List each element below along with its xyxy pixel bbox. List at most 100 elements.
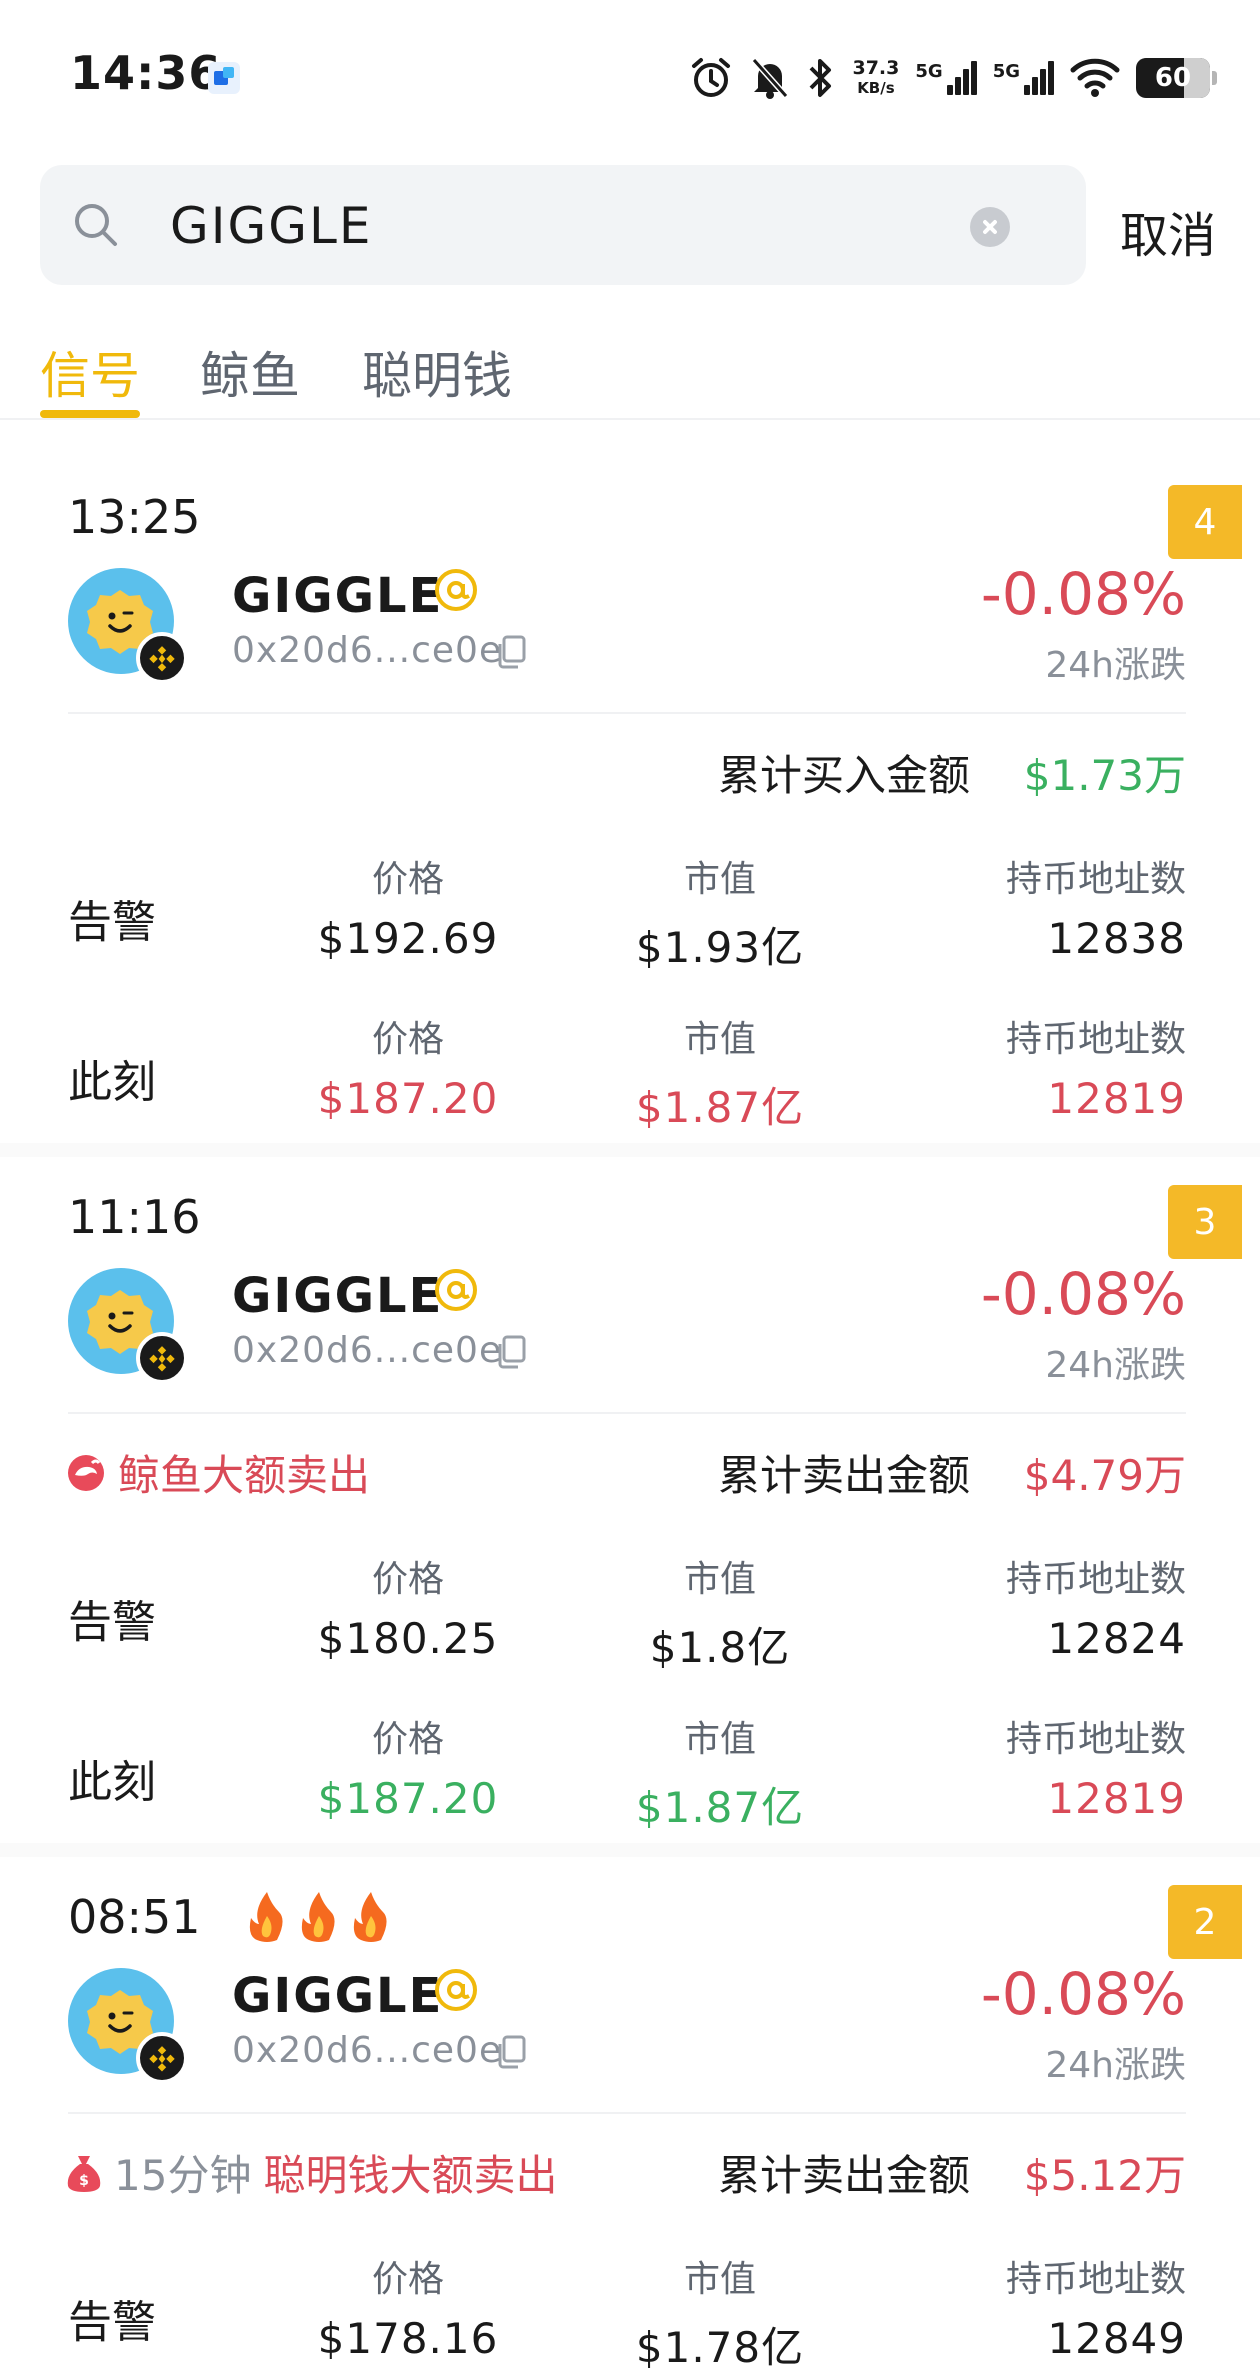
price-col: 价格 $187.20 xyxy=(308,1010,508,1123)
price-change-24h: -0.08% xyxy=(980,1960,1186,2028)
alert-metrics-row: 告警 价格 $180.25 市值 $1.8亿 持币地址数 12824 xyxy=(0,1550,1260,1672)
alert-metrics-row: 告警 价格 $178.16 市值 $1.78亿 持币地址数 12849 xyxy=(0,2250,1260,2372)
signal-card[interactable]: 13:25 4 GIGGLE 0x20d6...ce0e -0.08% 24h涨… xyxy=(0,450,1260,1150)
clear-icon[interactable] xyxy=(970,207,1010,247)
rank-badge: 4 xyxy=(1168,485,1242,559)
signal-sim2-icon: 5G xyxy=(993,61,1054,95)
signal-tag-label: 鲸鱼大额卖出 xyxy=(118,1451,371,1500)
tab-smart-money[interactable]: 聪明钱 xyxy=(362,336,512,408)
now-mcap: $1.87亿 xyxy=(635,1083,805,1132)
summary-row: 累计买入金额 $1.73万 xyxy=(0,742,1260,802)
wifi-icon xyxy=(1070,56,1120,100)
mcap-col: 市值 $1.8亿 xyxy=(610,1550,830,1675)
cancel-button[interactable]: 取消 xyxy=(1120,196,1216,266)
network-speed: 37.3 KB/s xyxy=(852,57,900,97)
token-avatar xyxy=(68,568,188,684)
search-input[interactable]: GIGGLE xyxy=(170,197,372,255)
alert-mcap: $1.78亿 xyxy=(635,2323,805,2372)
alert-holders: 12824 xyxy=(1047,1614,1186,1663)
alert-holders: 12838 xyxy=(1047,914,1186,963)
price-col: 价格 $192.69 xyxy=(308,850,508,963)
summary-value: $5.12万 xyxy=(1023,2151,1186,2200)
mcap-col: 市值 $1.78亿 xyxy=(610,2250,830,2375)
signal-tag: 鲸鱼大额卖出 xyxy=(66,1442,370,1503)
tab-whale[interactable]: 鲸鱼 xyxy=(200,336,300,408)
fire-icon xyxy=(301,1892,335,1942)
copy-icon[interactable] xyxy=(494,634,528,670)
signal-card[interactable]: 08:51 2 GIGGLE 0x20d6...ce0e -0.08% 24h涨… xyxy=(0,1850,1260,2380)
now-label: 此刻 xyxy=(68,1757,156,1808)
holders-col: 持币地址数 12849 xyxy=(956,2250,1186,2363)
token-address: 0x20d6...ce0e xyxy=(232,1330,503,1371)
mcap-col: 市值 $1.93亿 xyxy=(610,850,830,975)
at-icon[interactable] xyxy=(432,1966,480,2014)
price-col: 价格 $178.16 xyxy=(308,2250,508,2363)
summary-value: $4.79万 xyxy=(1023,1451,1186,1500)
price-col: 价格 $180.25 xyxy=(308,1550,508,1663)
at-icon[interactable] xyxy=(432,1266,480,1314)
signal-window: 15分钟 xyxy=(114,2151,252,2200)
holders-col: 持币地址数 12819 xyxy=(956,1710,1186,1823)
token-name: GIGGLE xyxy=(232,568,444,624)
holders-col: 持币地址数 12819 xyxy=(956,1010,1186,1123)
signal-card[interactable]: 11:16 3 GIGGLE 0x20d6...ce0e -0.08% 24h涨… xyxy=(0,1150,1260,1850)
now-holders: 12819 xyxy=(1047,1774,1186,1823)
alert-label: 告警 xyxy=(68,2297,156,2348)
svg-text:$: $ xyxy=(79,2173,89,2189)
price-change-24h: -0.08% xyxy=(980,1260,1186,1328)
mute-icon xyxy=(750,56,790,100)
search-icon xyxy=(75,204,117,246)
whale-icon xyxy=(68,1454,104,1491)
fire-icon xyxy=(353,1892,387,1942)
search-box[interactable]: GIGGLE xyxy=(40,165,1086,285)
summary-label: 累计买入金额 xyxy=(717,751,970,800)
signal-time: 08:51 xyxy=(68,1890,393,1944)
now-label: 此刻 xyxy=(68,1057,156,1108)
summary-row: 鲸鱼大额卖出 累计卖出金额 $4.79万 xyxy=(0,1442,1260,1502)
token-avatar xyxy=(68,1968,188,2084)
alert-holders: 12849 xyxy=(1047,2314,1186,2363)
money-bag-icon: $ xyxy=(67,2155,101,2192)
token-address: 0x20d6...ce0e xyxy=(232,630,503,671)
tab-signal[interactable]: 信号 xyxy=(40,336,140,408)
divider xyxy=(68,712,1186,714)
status-time: 14:36 xyxy=(70,46,222,100)
app-notification-icon xyxy=(208,62,240,94)
bluetooth-icon xyxy=(806,56,836,100)
now-mcap: $1.87亿 xyxy=(635,1783,805,1832)
at-icon[interactable] xyxy=(432,566,480,614)
summary-label: 累计卖出金额 xyxy=(717,2151,970,2200)
change-24h-label: 24h涨跌 xyxy=(1045,2045,1186,2086)
change-24h-label: 24h涨跌 xyxy=(1045,645,1186,686)
summary-value: $1.73万 xyxy=(1023,751,1186,800)
signal-time: 11:16 xyxy=(68,1190,201,1244)
change-24h-label: 24h涨跌 xyxy=(1045,1345,1186,1386)
alert-label: 告警 xyxy=(68,897,156,948)
now-price: $187.20 xyxy=(317,1074,499,1123)
tab-bar: 信号 鲸鱼 聪明钱 xyxy=(0,330,1260,420)
bnb-chain-icon xyxy=(136,1332,188,1384)
rank-badge: 2 xyxy=(1168,1885,1242,1959)
now-metrics-row: 此刻 价格 $187.20 市值 $1.87亿 持币地址数 12819 xyxy=(0,1710,1260,1832)
alert-price: $192.69 xyxy=(317,914,499,963)
token-address: 0x20d6...ce0e xyxy=(232,2030,503,2071)
signal-sim1-icon: 5G xyxy=(915,61,977,95)
rank-badge: 3 xyxy=(1168,1185,1242,1259)
now-metrics-row: 此刻 价格 $187.20 市值 $1.87亿 持币地址数 12819 xyxy=(0,1010,1260,1132)
bnb-chain-icon xyxy=(136,2032,188,2084)
holders-col: 持币地址数 12824 xyxy=(956,1550,1186,1663)
copy-icon[interactable] xyxy=(494,1334,528,1370)
alert-mcap: $1.8亿 xyxy=(649,1623,791,1672)
signal-tag-label: 聪明钱大额卖出 xyxy=(263,2151,558,2200)
alarm-icon xyxy=(688,56,734,100)
status-icons: 37.3 KB/s 5G 5G 60 xyxy=(688,50,1217,106)
signal-time: 13:25 xyxy=(68,490,201,544)
mcap-col: 市值 $1.87亿 xyxy=(610,1710,830,1835)
summary-row: $ 15分钟 聪明钱大额卖出 累计卖出金额 $5.12万 xyxy=(0,2142,1260,2202)
copy-icon[interactable] xyxy=(494,2034,528,2070)
price-change-24h: -0.08% xyxy=(980,560,1186,628)
bnb-chain-icon xyxy=(136,632,188,684)
alert-mcap: $1.93亿 xyxy=(635,923,805,972)
signal-tag: $ 15分钟 聪明钱大额卖出 xyxy=(66,2142,557,2203)
holders-col: 持币地址数 12838 xyxy=(956,850,1186,963)
